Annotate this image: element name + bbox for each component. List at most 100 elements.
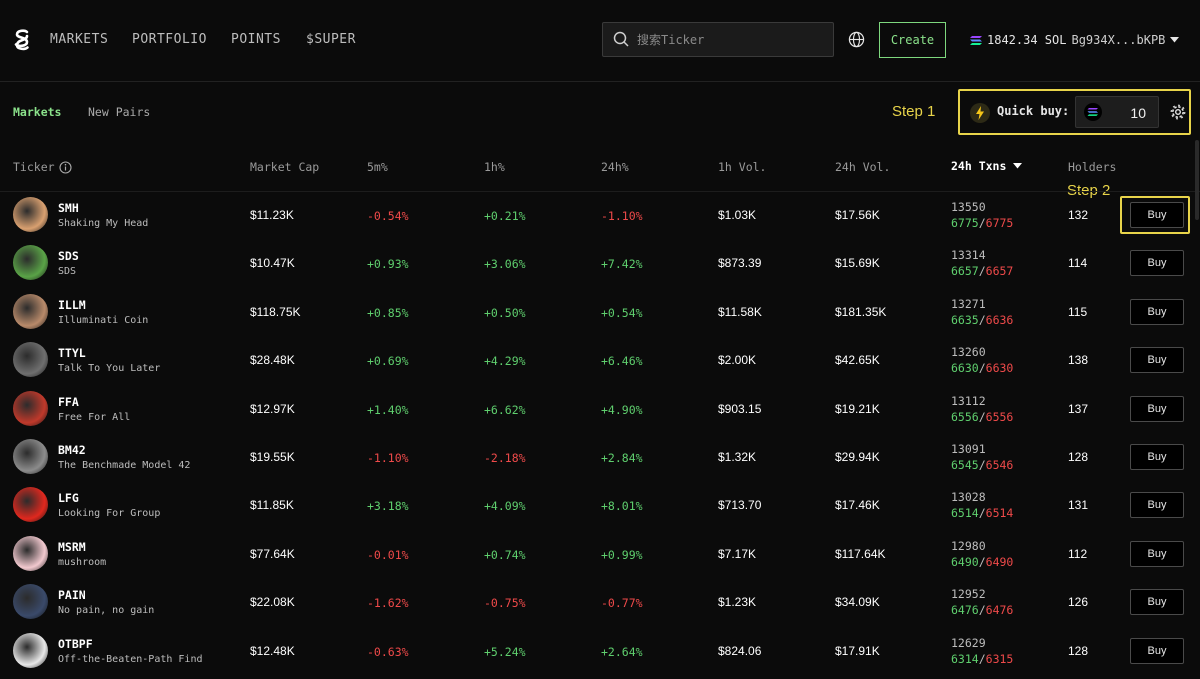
gear-icon[interactable] bbox=[1169, 103, 1187, 121]
lightning-icon bbox=[970, 103, 990, 123]
buy-button[interactable]: Buy bbox=[1130, 444, 1184, 470]
market-cap-value: $11.85K bbox=[250, 498, 294, 512]
holders-value: 138 bbox=[1068, 353, 1089, 367]
header-24h-vol[interactable]: 24h Vol. bbox=[835, 160, 890, 174]
holders-value: 128 bbox=[1068, 644, 1089, 658]
table-row[interactable]: BM42 The Benchmade Model 42 $19.55K -1.10% -… bbox=[0, 433, 1200, 481]
token-name: Looking For Group bbox=[58, 508, 161, 519]
change-1h-value: +0.74% bbox=[484, 548, 526, 562]
market-cap-value: $12.48K bbox=[250, 644, 295, 658]
header-holders[interactable]: Holders bbox=[1068, 160, 1116, 174]
subtab-markets[interactable]: Markets bbox=[13, 105, 61, 119]
change-24h-value: +2.64% bbox=[601, 645, 643, 659]
txns-buys: 6514 bbox=[951, 506, 979, 520]
txns-sells: 6556 bbox=[985, 410, 1014, 424]
token-symbol: SMH bbox=[58, 201, 79, 215]
token-avatar bbox=[13, 294, 48, 329]
sort-desc-icon[interactable] bbox=[1013, 163, 1022, 169]
volume-1h-value: $7.17K bbox=[718, 547, 757, 561]
language-globe-icon[interactable] bbox=[848, 31, 865, 48]
header-24h-txns[interactable]: 24h Txns bbox=[951, 159, 1006, 173]
holders-value: 137 bbox=[1068, 402, 1089, 416]
nav-points[interactable]: POINTS bbox=[231, 32, 281, 47]
txns-total: 13091 bbox=[951, 442, 986, 456]
change-24h-value: +6.46% bbox=[601, 354, 643, 368]
buy-button[interactable]: Buy bbox=[1130, 396, 1184, 422]
volume-24h-value: $117.64K bbox=[835, 547, 886, 561]
market-cap-value: $118.75K bbox=[250, 305, 301, 319]
header-1h[interactable]: 1h% bbox=[484, 160, 505, 174]
txns-sells: 6490 bbox=[985, 555, 1014, 569]
volume-24h-value: $15.69K bbox=[835, 256, 880, 270]
buy-button[interactable]: Buy bbox=[1130, 492, 1184, 518]
solana-icon bbox=[970, 35, 982, 45]
market-cap-value: $22.08K bbox=[250, 595, 295, 609]
change-24h-value: -0.77% bbox=[601, 596, 643, 610]
change-5m-value: +3.18% bbox=[367, 499, 409, 513]
txns-separator: / bbox=[978, 216, 986, 230]
header-1h-vol[interactable]: 1h Vol. bbox=[718, 160, 766, 174]
nav-markets[interactable]: MARKETS bbox=[50, 32, 108, 47]
token-symbol: BM42 bbox=[58, 443, 86, 457]
txns-buys: 6775 bbox=[951, 216, 979, 230]
buy-button[interactable]: Buy bbox=[1130, 589, 1184, 615]
token-avatar bbox=[13, 439, 48, 474]
txns-total: 12980 bbox=[951, 539, 986, 553]
subtab-new-pairs[interactable]: New Pairs bbox=[88, 105, 150, 119]
txns-buy-sell: 6545/6546 bbox=[951, 458, 1013, 472]
table-row[interactable]: PAIN No pain, no gain $22.08K -1.62% -0.75% -… bbox=[0, 578, 1200, 626]
buy-button[interactable]: Buy bbox=[1130, 250, 1184, 276]
token-avatar bbox=[13, 487, 48, 522]
wallet-selector[interactable]: 1842.34 SOL Bg934X...bKPB bbox=[970, 32, 1180, 48]
quick-buy-amount-input[interactable]: 10 bbox=[1075, 96, 1159, 128]
change-5m-value: -0.01% bbox=[367, 548, 409, 562]
nav-portfolio[interactable]: PORTFOLIO bbox=[132, 32, 207, 47]
nav-super[interactable]: $SUPER bbox=[306, 32, 356, 47]
table-row[interactable]: OTBPF Off-the-Beaten-Path Find $12.48K -0.6… bbox=[0, 627, 1200, 675]
token-name: Shaking My Head bbox=[58, 218, 149, 229]
volume-24h-value: $42.65K bbox=[835, 353, 880, 367]
holders-value: 128 bbox=[1068, 450, 1089, 464]
buy-button[interactable]: Buy bbox=[1130, 638, 1184, 664]
token-name: mushroom bbox=[58, 557, 107, 568]
change-1h-value: +4.29% bbox=[484, 354, 526, 368]
txns-sells: 6775 bbox=[985, 216, 1014, 230]
table-row[interactable]: TTYL Talk To You Later $28.48K +0.69% +4.29%… bbox=[0, 336, 1200, 384]
search-input[interactable] bbox=[637, 23, 827, 56]
change-24h-value: -1.10% bbox=[601, 209, 643, 223]
txns-separator: / bbox=[978, 555, 986, 569]
buy-button[interactable]: Buy bbox=[1130, 299, 1184, 325]
table-row[interactable]: SMH Shaking My Head $11.23K -0.54% +0.21% -1.… bbox=[0, 191, 1200, 239]
header-5m[interactable]: 5m% bbox=[367, 160, 388, 174]
table-row[interactable]: FFA Free For All $12.97K +1.40% +6.62% +4.90%… bbox=[0, 385, 1200, 433]
table-row[interactable]: LFG Looking For Group $11.85K +3.18% +4.09% +… bbox=[0, 481, 1200, 529]
buy-button[interactable]: Buy bbox=[1130, 347, 1184, 373]
header-market-cap[interactable]: Market Cap bbox=[250, 160, 319, 174]
volume-24h-value: $17.46K bbox=[835, 498, 880, 512]
volume-1h-value: $1.23K bbox=[718, 595, 757, 609]
create-button[interactable]: Create bbox=[879, 22, 946, 58]
change-1h-value: +6.62% bbox=[484, 403, 526, 417]
table-row[interactable]: SDS SDS $10.47K +0.93% +3.06% +7.42% $873.39 $1… bbox=[0, 239, 1200, 287]
volume-1h-value: $824.06 bbox=[718, 644, 762, 658]
wallet-address: Bg934X...bKPB bbox=[1071, 33, 1166, 47]
txns-separator: / bbox=[978, 458, 986, 472]
buy-button[interactable]: Buy bbox=[1130, 541, 1184, 567]
volume-1h-value: $1.32K bbox=[718, 450, 757, 464]
market-cap-value: $12.97K bbox=[250, 402, 295, 416]
holders-value: 126 bbox=[1068, 595, 1089, 609]
search-box[interactable] bbox=[602, 22, 834, 57]
quick-buy-label: Quick buy: bbox=[997, 104, 1070, 118]
token-avatar bbox=[13, 633, 48, 668]
holders-value: 131 bbox=[1068, 498, 1089, 512]
step-1-annotation: Step 1 bbox=[892, 103, 936, 120]
header-24h[interactable]: 24h% bbox=[601, 160, 629, 174]
table-row[interactable]: ILLM Illuminati Coin $118.75K +0.85% +0.50% +… bbox=[0, 288, 1200, 336]
app-logo-icon[interactable] bbox=[12, 28, 32, 52]
volume-24h-value: $17.91K bbox=[835, 644, 880, 658]
info-icon[interactable] bbox=[59, 161, 72, 174]
txns-total: 13260 bbox=[951, 345, 986, 359]
txns-total: 13550 bbox=[951, 200, 986, 214]
table-row[interactable]: MSRM mushroom $77.64K -0.01% +0.74% +0.99% $7.… bbox=[0, 530, 1200, 578]
change-5m-value: -0.54% bbox=[367, 209, 409, 223]
